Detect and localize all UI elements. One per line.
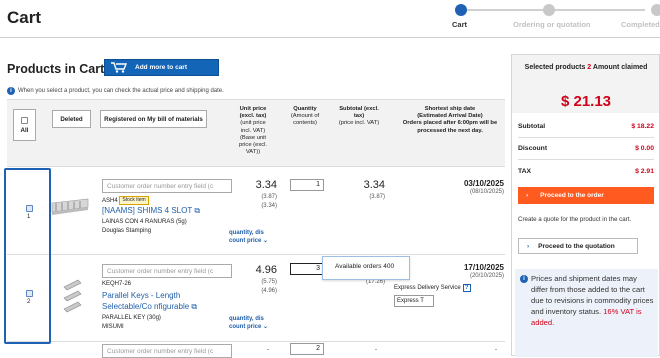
add-more-to-cart-button[interactable]: Add more to cart <box>104 59 219 76</box>
unit-price-vat: (5.75) <box>261 279 277 285</box>
price-note: i Prices and shipment dates may differ f… <box>515 269 658 357</box>
product-desc: PARALLEL KEY (30g) <box>102 315 161 321</box>
base-price: (3.34) <box>261 203 277 209</box>
subtotal-vat: (3.87) <box>369 194 385 200</box>
unit-price-header: Unit price (excl. tax) (unit price incl. VA… <box>238 106 268 156</box>
select-all-label: All <box>20 126 29 134</box>
arrival-date: (20/10/2025) <box>469 273 504 279</box>
step-label-cart: Cart <box>452 20 468 29</box>
chevron-down-icon: ⌄ <box>263 238 269 244</box>
quote-text: Create a quote for the product in the ca… <box>518 216 632 223</box>
chevron-right-icon: › <box>527 242 530 250</box>
table-row: 1 Customer order number entry field (c A… <box>7 167 505 255</box>
quantity-input[interactable]: 2 <box>290 343 324 355</box>
proceed-to-quotation-button[interactable]: › Proceed to the quotation <box>518 238 638 254</box>
total-amount: $ 21.13 <box>560 93 612 110</box>
progress-track <box>467 9 645 11</box>
subtotal-row: Subtotal $ 18.22 <box>518 123 654 130</box>
discount-price-link[interactable]: quantity, dis count price ⌄ <box>229 229 277 245</box>
quantity-header: Quantity (Amount of contents) <box>290 106 320 127</box>
add-more-label: Add more to cart <box>135 64 188 71</box>
ship-date: 17/10/2025 <box>463 263 504 272</box>
cart-icon <box>111 62 128 73</box>
customer-order-number-field[interactable]: Customer order number entry field (c <box>102 179 232 193</box>
selection-highlight <box>4 168 51 344</box>
arrival-date: (08/10/2025) <box>469 189 504 195</box>
table-row: 2 Customer order number entry field (c K… <box>7 255 505 342</box>
subtotal: - <box>375 347 377 353</box>
discount-row: Discount $ 0.00 <box>518 145 654 152</box>
product-name-link[interactable]: Parallel Keys - Length Selectable/Co nfi… <box>102 290 232 312</box>
product-code: KEQH7-26 <box>102 281 132 287</box>
table-row: Customer order number entry field (c - 2… <box>7 342 505 358</box>
unit-price: 4.96 <box>255 264 277 276</box>
info-text: When you select a product, you can check… <box>18 88 224 94</box>
selected-products-text: Selected products 2 Amount claimed <box>524 64 648 71</box>
page-title: Cart <box>7 8 42 27</box>
unit-price: - <box>267 347 269 353</box>
ship-date: 03/10/2025 <box>463 179 504 188</box>
customer-order-number-field[interactable]: Customer order number entry field (c <box>102 264 232 278</box>
discount-price-link[interactable]: quantity, dis count price ⌄ <box>229 315 277 331</box>
step-label-ordering: Ordering or quotation <box>513 20 591 29</box>
product-desc: LAINAS CON 4 RANURAS (5g) <box>102 219 187 225</box>
step-label-completed: Completed <box>621 20 660 29</box>
chevron-right-icon: › <box>526 192 529 199</box>
tax-row: TAX $ 2.91 <box>518 168 654 175</box>
product-maker: MISUMI <box>102 324 124 330</box>
step-dot-cart <box>455 4 467 16</box>
info-line: i When you select a product, you can che… <box>7 87 224 95</box>
proceed-to-order-button[interactable]: › Proceed to the order <box>518 187 654 204</box>
step-dot-ordering <box>543 4 555 16</box>
base-price: (4.96) <box>261 288 277 294</box>
express-select[interactable]: Express T <box>394 295 434 307</box>
product-image-shims <box>50 195 96 217</box>
quantity-input[interactable]: 3 <box>290 263 324 275</box>
header-divider <box>0 37 660 38</box>
available-orders-popup: Available orders 400 <box>322 256 410 280</box>
ship-date-header: Shortest ship date (Estimated Arrival Dat… <box>402 106 498 134</box>
bom-button[interactable]: Registered on My bill of materials <box>100 110 207 128</box>
external-link-icon: ⧉ <box>191 302 198 311</box>
info-icon: i <box>7 87 15 95</box>
external-link-icon: ⧉ <box>194 206 201 215</box>
help-icon[interactable]: ? <box>462 284 471 292</box>
divider <box>518 137 654 138</box>
ship-date: - <box>495 347 497 353</box>
products-heading-label: Products in Cart <box>7 62 105 76</box>
delivery-service: Express Delivery Service ? <box>394 284 471 292</box>
quantity-input[interactable]: 1 <box>290 179 324 191</box>
select-all-checkbox[interactable] <box>21 116 28 124</box>
deleted-button[interactable]: Deleted <box>52 110 91 128</box>
table-header: All Deleted Registered on My bill of mat… <box>7 99 505 167</box>
product-name-link[interactable]: [NAAMS] SHIMS 4 SLOT ⧉ <box>102 206 200 216</box>
product-code: ASH4 Stock item <box>102 196 149 205</box>
subtotal: 3.34 <box>363 179 385 191</box>
product-maker: Douglas Stamping <box>102 228 152 234</box>
unit-price: 3.34 <box>255 179 277 191</box>
unit-price-vat: (3.87) <box>261 194 277 200</box>
stock-badge: Stock item <box>119 196 149 205</box>
order-summary-panel: Selected products 2 Amount claimed $ 21.… <box>511 54 660 357</box>
chevron-down-icon: ⌄ <box>263 324 269 330</box>
product-image-keys <box>61 277 85 317</box>
select-all-button[interactable]: All <box>13 109 36 141</box>
step-dot-completed <box>651 4 660 16</box>
subtotal-header: Subtotal (excl. tax) (price incl. VAT) <box>338 106 380 127</box>
price-note-text: Prices and shipment dates may differ fro… <box>531 274 654 327</box>
info-icon: i <box>520 275 528 283</box>
divider <box>518 159 654 160</box>
